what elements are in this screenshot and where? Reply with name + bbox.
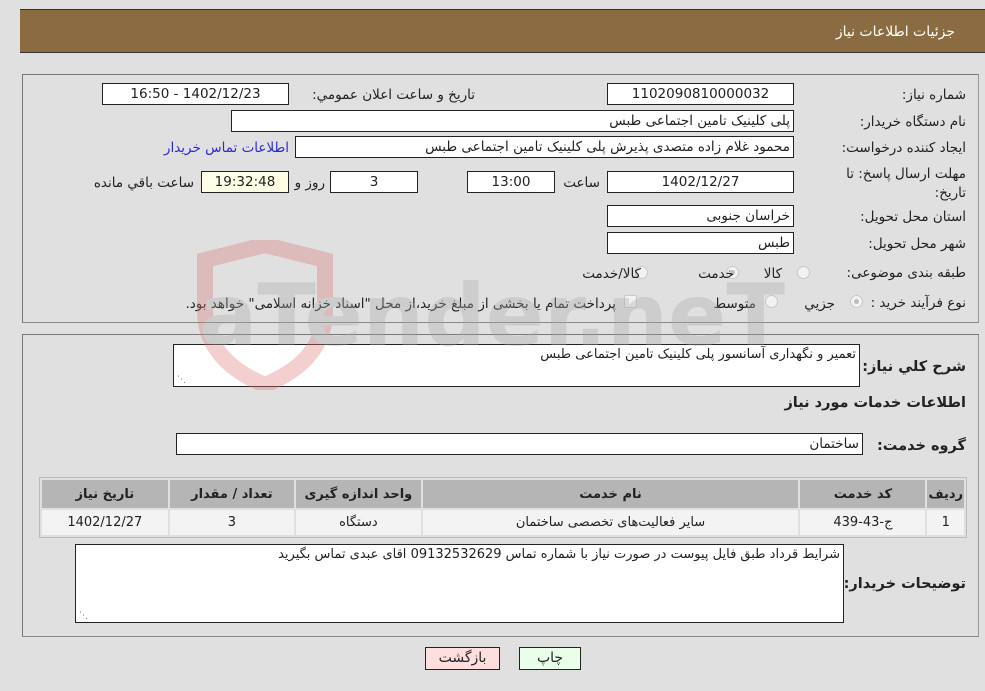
need-number-field: 1102090810000032: [607, 83, 794, 105]
cell-code: ج-43-439: [800, 510, 926, 535]
category-label: طبقه بندی موضوعی:: [846, 265, 966, 281]
deadline-date-field: 1402/12/27: [607, 171, 794, 193]
col-header-code: کد خدمت: [800, 480, 926, 508]
table-row: 1 ج-43-439 سایر فعالیت‌های تخصصی ساختمان…: [42, 510, 964, 535]
col-header-unit: واحد اندازه گیری: [296, 480, 421, 508]
cell-unit: دستگاه: [296, 510, 421, 535]
description-label: شرح کلي نیاز:: [862, 359, 966, 375]
buyer-notes-textarea[interactable]: شرایط قرداد طبق فایل پیوست در صورت نیاز …: [75, 544, 844, 623]
page-title: جزئیات اطلاعات نیاز: [835, 24, 955, 40]
category-option-service: خدمت: [698, 266, 734, 282]
cell-row: 1: [927, 510, 964, 535]
announce-datetime-field: 1402/12/23 - 16:50: [102, 83, 289, 105]
resize-grip-icon[interactable]: ⋰: [78, 611, 88, 621]
buyer-contact-link[interactable]: اطلاعات تماس خریدار: [164, 140, 289, 156]
category-option-goods: کالا: [763, 266, 782, 282]
cell-date: 1402/12/27: [42, 510, 168, 535]
service-group-field: ساختمان: [176, 433, 863, 455]
remaining-label: ساعت باقي مانده: [93, 175, 194, 191]
description-textarea[interactable]: تعمیر و نگهداری آسانسور پلی کلینیک تامین…: [173, 344, 860, 387]
buyer-notes-label: توضیحات خریدار:: [843, 576, 966, 592]
services-section-title: اطلاعات خدمات مورد نیاز: [784, 395, 966, 411]
city-label: شهر محل تحویل:: [868, 236, 966, 252]
deadline-time-label: ساعت: [563, 175, 600, 191]
process-radio-minor[interactable]: [850, 295, 863, 308]
col-header-name: نام خدمت: [422, 480, 799, 508]
description-text: تعمیر و نگهداری آسانسور پلی کلینیک تامین…: [540, 347, 856, 362]
print-button[interactable]: چاپ: [519, 647, 581, 670]
need-info-section: شماره نیاز: 1102090810000032 تاریخ و ساع…: [22, 74, 979, 323]
process-radio-medium[interactable]: [765, 295, 778, 308]
announce-label: تاریخ و ساعت اعلان عمومي:: [312, 87, 475, 103]
back-button[interactable]: بازگشت: [425, 647, 500, 670]
province-label: استان محل تحویل:: [860, 209, 966, 225]
buyer-notes-text: شرایط قرداد طبق فایل پیوست در صورت نیاز …: [278, 547, 840, 562]
cell-quantity: 3: [169, 510, 295, 535]
deadline-time-field: 13:00: [467, 171, 555, 193]
treasury-note: پرداخت تمام یا بخشی از مبلغ خرید،از محل …: [185, 296, 616, 312]
city-field: طبس: [607, 232, 794, 254]
buyer-org-field: پلی کلینیک تامین اجتماعی طبس: [231, 110, 794, 132]
cell-name: سایر فعالیت‌های تخصصی ساختمان: [422, 510, 799, 535]
process-option-minor: جزيي: [804, 296, 835, 312]
creator-label: ایجاد کننده درخواست:: [841, 140, 966, 156]
need-number-label: شماره نیاز:: [901, 87, 966, 103]
days-label: روز و: [294, 175, 325, 191]
services-table: ردیف کد خدمت نام خدمت واحد اندازه گیری ت…: [39, 477, 967, 538]
col-header-date: تاریخ نیاز: [42, 480, 168, 508]
process-label: نوع فرآیند خرید :: [870, 295, 966, 311]
page-header: جزئیات اطلاعات نیاز: [20, 9, 985, 53]
category-option-goods-service: کالا/خدمت: [582, 266, 641, 282]
creator-field: محمود غلام زاده متصدی پذیرش پلی کلینیک ت…: [295, 136, 794, 158]
remaining-time-field: 19:32:48: [201, 171, 289, 193]
resize-grip-icon[interactable]: ⋰: [176, 375, 186, 385]
days-field: 3: [330, 171, 418, 193]
col-header-quantity: تعداد / مقدار: [169, 480, 295, 508]
services-section: شرح کلي نیاز: تعمیر و نگهداری آسانسور پل…: [22, 334, 979, 637]
buyer-org-label: نام دستگاه خریدار:: [859, 114, 966, 130]
service-group-label: گروه خدمت:: [876, 438, 966, 454]
table-header-row: ردیف کد خدمت نام خدمت واحد اندازه گیری ت…: [42, 480, 964, 508]
col-header-row: ردیف: [927, 480, 964, 508]
province-field: خراسان جنوبی: [607, 205, 794, 227]
category-radio-goods[interactable]: [797, 266, 810, 279]
process-option-medium: متوسط: [713, 296, 756, 312]
deadline-label: مهلت ارسال پاسخ: تا تاریخ:: [846, 166, 966, 201]
treasury-checkbox[interactable]: [624, 295, 637, 308]
